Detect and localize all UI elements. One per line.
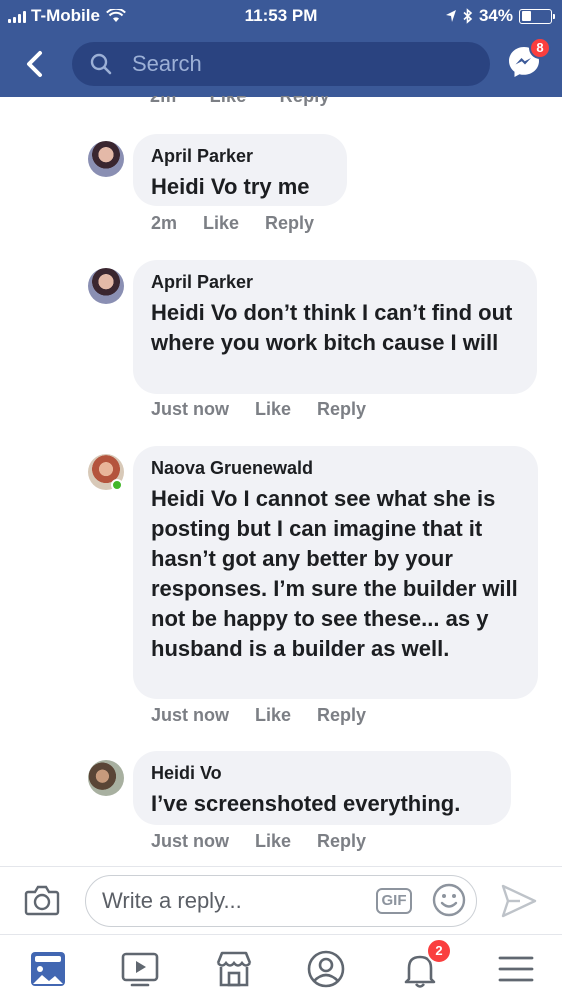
status-right: 34% xyxy=(445,6,555,26)
search-icon xyxy=(90,53,112,75)
reply-link[interactable]: Reply xyxy=(265,213,314,234)
like-link[interactable]: Like xyxy=(255,399,291,420)
menu-icon[interactable] xyxy=(496,949,536,989)
comment-author[interactable]: April Parker xyxy=(151,146,329,167)
marketplace-icon[interactable] xyxy=(214,949,254,989)
reply-input[interactable] xyxy=(102,876,372,926)
status-bar: T-Mobile 11:53 PM 34% xyxy=(0,0,562,34)
like-link[interactable]: Like xyxy=(255,831,291,852)
mention-link[interactable]: Heidi Vo xyxy=(151,174,237,199)
comment-time: 2m xyxy=(151,213,178,233)
comment-text: I’ve screenshoted everything. xyxy=(151,789,493,819)
gif-icon[interactable]: GIF xyxy=(376,888,412,914)
reply-link[interactable]: Reply xyxy=(317,831,366,852)
bluetooth-icon xyxy=(463,8,473,24)
battery-icon xyxy=(519,8,555,24)
like-link[interactable]: Like xyxy=(255,705,291,726)
avatar[interactable] xyxy=(88,760,124,796)
mention-link[interactable]: Heidi Vo xyxy=(151,486,237,511)
comment-author[interactable]: Heidi Vo xyxy=(151,763,493,784)
comment-bubble: April Parker Heidi Vo don’t think I can’… xyxy=(133,260,537,394)
avatar[interactable] xyxy=(88,268,124,304)
bottom-nav xyxy=(0,934,562,1000)
comment-meta: Just now Like Reply xyxy=(151,705,366,726)
comment-time: Just now xyxy=(151,399,230,419)
battery-percent: 34% xyxy=(478,6,513,25)
back-arrow-icon[interactable] xyxy=(22,50,48,78)
watch-icon[interactable] xyxy=(120,949,160,989)
emoji-icon[interactable] xyxy=(432,883,466,917)
send-icon[interactable] xyxy=(500,883,538,919)
comment-bubble: Heidi Vo I’ve screenshoted everything. xyxy=(133,751,511,825)
like-link[interactable]: Like xyxy=(203,213,239,234)
comment-body: I cannot see what she is posting but I c… xyxy=(151,486,518,661)
comment-bubble: Naova Gruenewald Heidi Vo I cannot see w… xyxy=(133,446,538,699)
avatar[interactable] xyxy=(88,141,124,177)
top-header: T-Mobile 11:53 PM 34% Search 8 xyxy=(0,0,562,97)
online-status-dot xyxy=(111,479,123,491)
comment-time: Just now xyxy=(151,831,230,851)
notifications-badge: 2 xyxy=(426,938,452,964)
comment-meta: 2m Like Reply xyxy=(151,213,314,234)
comment-time: Just now xyxy=(151,705,230,725)
comment-meta: Just now Like Reply xyxy=(151,399,366,420)
messenger-badge: 8 xyxy=(529,37,551,59)
location-arrow-icon xyxy=(445,10,456,22)
search-bar[interactable] xyxy=(72,42,490,86)
reply-input-box[interactable]: GIF xyxy=(85,875,477,927)
reply-composer: GIF xyxy=(0,866,562,934)
reply-link[interactable]: Reply xyxy=(317,399,366,420)
comment-author[interactable]: April Parker xyxy=(151,272,519,293)
profile-icon[interactable] xyxy=(306,949,346,989)
comment-body: I’ve screenshoted everything. xyxy=(151,791,461,816)
comment-author[interactable]: Naova Gruenewald xyxy=(151,458,520,479)
reply-link[interactable]: Reply xyxy=(317,705,366,726)
mention-link[interactable]: Heidi Vo xyxy=(151,300,237,325)
search-input[interactable] xyxy=(132,42,472,86)
news-feed-icon[interactable] xyxy=(28,949,68,989)
comment-text: Heidi Vo don’t think I can’t find out wh… xyxy=(151,298,519,358)
camera-icon[interactable] xyxy=(24,883,60,917)
comment-meta: Just now Like Reply xyxy=(151,831,366,852)
comment-text: Heidi Vo try me xyxy=(151,172,329,202)
comment-text: Heidi Vo I cannot see what she is postin… xyxy=(151,484,520,664)
comment-body: try me xyxy=(237,174,310,199)
comment-bubble: April Parker Heidi Vo try me xyxy=(133,134,347,206)
